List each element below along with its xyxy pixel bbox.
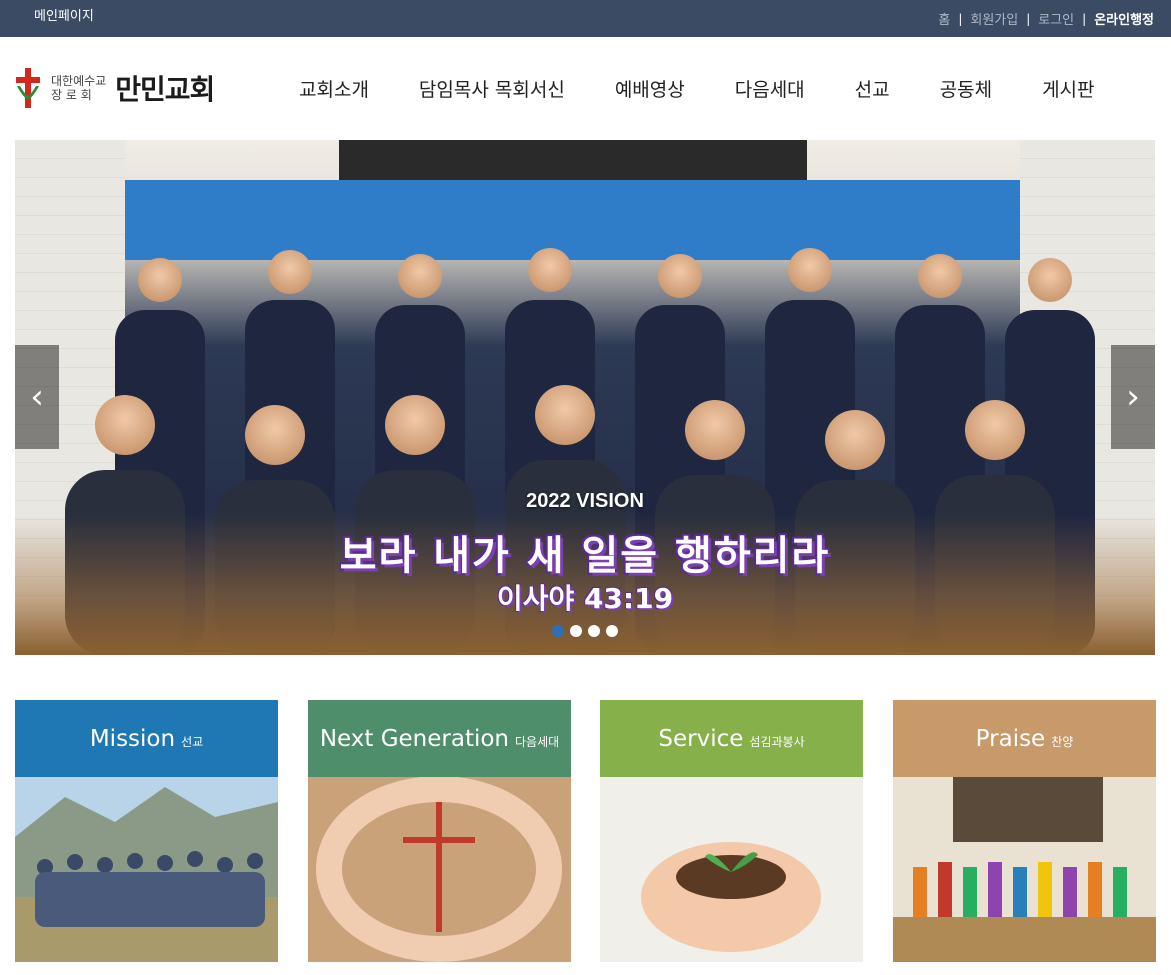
signup-link[interactable]: 회원가입 [970,9,1018,28]
hero-verse: 이사야 43:19 [496,582,674,615]
hero-title: 2022 VISION [526,490,644,512]
online-admin-link[interactable]: 온라인행정 [1094,9,1154,28]
site-header: 대한예수교 장 로 회 만민교회 교회소개 담임목사 목회서신 예배영상 다음세… [0,37,1171,140]
card-title: Praise [975,725,1046,752]
chevron-right-icon: › [1126,377,1140,417]
card-title: Mission [89,725,176,752]
church-logo[interactable]: 대한예수교 장 로 회 만민교회 [14,63,215,113]
slider-dot-1[interactable] [552,625,564,637]
slider-prev-button[interactable]: ‹ [15,345,59,449]
denomination-line2: 장 로 회 [51,88,92,102]
card-subtitle: 찬양 [1051,735,1074,749]
nav-item-pastor-letter[interactable]: 담임목사 목회서신 [419,75,565,102]
card-service-header: Service 섬김과봉사 [600,700,863,777]
nav-item-next-generation[interactable]: 다음세대 [735,75,805,102]
card-subtitle: 선교 [181,735,204,749]
nav-item-mission[interactable]: 선교 [855,75,890,102]
slider-dots [15,625,1155,637]
card-praise-photo [893,777,1156,962]
card-mission-header: Mission 선교 [15,700,278,777]
denomination-line1: 대한예수교 [51,74,107,88]
slider-dot-2[interactable] [570,625,582,637]
login-link[interactable]: 로그인 [1038,9,1074,28]
card-next-generation[interactable]: Next Generation 다음세대 [308,700,571,962]
main-page-link[interactable]: 메인페이지 [34,0,94,37]
nav-item-worship-video[interactable]: 예배영상 [615,75,685,102]
card-praise-header: Praise 찬양 [893,700,1156,777]
slider-dot-4[interactable] [606,625,618,637]
card-next-generation-header: Next Generation 다음세대 [308,700,571,777]
card-mission-photo [15,777,278,962]
separator: | [958,11,963,26]
card-mission[interactable]: Mission 선교 [15,700,278,962]
card-title: Next Generation [319,725,510,752]
slider-dot-3[interactable] [588,625,600,637]
utility-links: 홈 | 회원가입 | 로그인 | 온라인행정 [938,0,1154,37]
hero-slider: ‹ › 2022 VISION 보라 내가 새 일을 행하리라 이사야 43:1… [15,140,1155,655]
card-service[interactable]: Service 섬김과봉사 [600,700,863,962]
separator: | [1026,11,1031,26]
feature-cards: Mission 선교 Next Generation 다음세대 Service … [15,700,1156,962]
top-utility-bar: 메인페이지 홈 | 회원가입 | 로그인 | 온라인행정 [0,0,1171,37]
chevron-left-icon: ‹ [30,377,44,417]
slider-next-button[interactable]: › [1111,345,1155,449]
card-subtitle: 섬김과봉사 [749,735,805,749]
card-praise[interactable]: Praise 찬양 [893,700,1156,962]
separator: | [1082,11,1087,26]
home-link[interactable]: 홈 [938,9,950,28]
card-service-photo [600,777,863,962]
card-next-generation-photo [308,777,571,962]
church-name: 만민교회 [115,73,215,106]
nav-item-about[interactable]: 교회소개 [299,75,369,102]
red-cross-logo-icon [14,66,42,110]
card-title: Service [658,725,744,752]
nav-item-board[interactable]: 게시판 [1042,75,1094,102]
nav-item-community[interactable]: 공동체 [940,75,992,102]
main-nav: 교회소개 담임목사 목회서신 예배영상 다음세대 선교 공동체 게시판 [274,37,1120,140]
denomination-label: 대한예수교 장 로 회 [51,74,106,102]
card-subtitle: 다음세대 [515,735,560,749]
hero-main-text: 보라 내가 새 일을 행하리라 [339,533,831,579]
